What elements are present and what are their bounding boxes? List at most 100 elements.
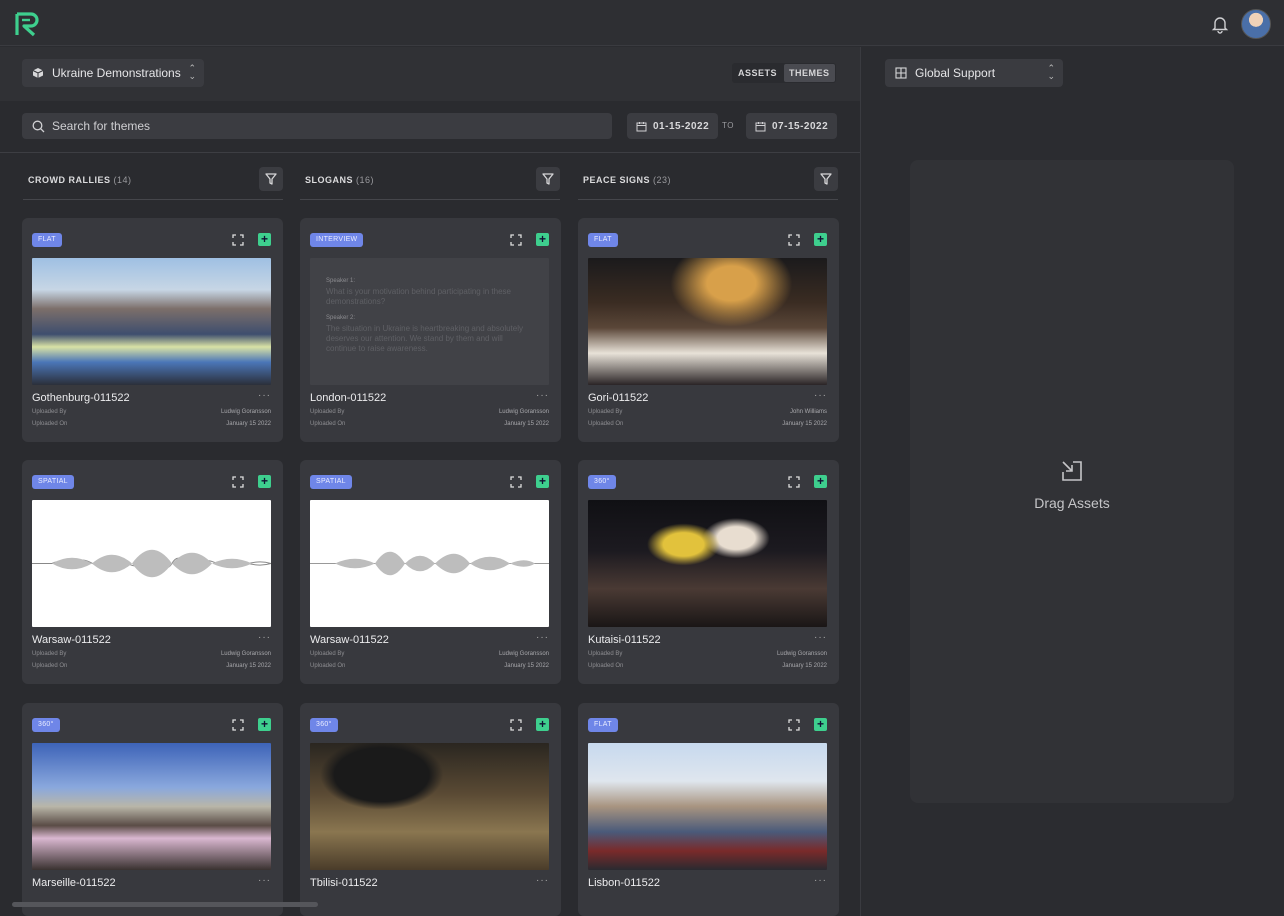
asset-thumbnail [588, 258, 827, 385]
themes-board: Ukraine Demonstrations ⌃ ⌄ ASSETS THEMES … [0, 47, 860, 916]
asset-card[interactable]: SPATIAL + Warsaw-011522 ··· Uploaded By L… [22, 460, 283, 684]
column-header-slogans: SLOGANS (16) [300, 166, 560, 200]
asset-card[interactable]: FLAT + Lisbon-011522 ··· [578, 703, 839, 916]
add-asset-button[interactable]: + [814, 233, 827, 246]
asset-type-badge: FLAT [588, 233, 618, 247]
expand-icon[interactable] [231, 475, 245, 489]
asset-name: Tbilisi-011522 [310, 877, 378, 889]
more-options-icon[interactable]: ··· [258, 632, 271, 643]
more-options-icon[interactable]: ··· [814, 390, 827, 401]
asset-name: London-011522 [310, 392, 387, 404]
drag-assets-dropzone[interactable]: Drag Assets [910, 160, 1234, 803]
uploaded-on-value: January 15 2022 [782, 421, 827, 427]
uploaded-by-row: Uploaded By Ludwig Goransson [310, 651, 549, 657]
asset-thumbnail [310, 743, 549, 870]
uploaded-by-value: Ludwig Goransson [220, 651, 271, 657]
project-select[interactable]: Ukraine Demonstrations ⌃ ⌄ [22, 59, 204, 87]
date-to-field[interactable]: 07-15-2022 [746, 113, 838, 139]
asset-type-badge: 360° [310, 718, 338, 732]
column-count: (16) [356, 175, 375, 185]
workspace-select-label: Global Support [915, 66, 996, 80]
add-asset-button[interactable]: + [536, 475, 549, 488]
search-placeholder: Search for themes [52, 119, 151, 133]
column-title: SLOGANS [305, 175, 354, 185]
uploaded-by-label: Uploaded By [310, 409, 345, 415]
uploaded-on-value: January 15 2022 [226, 663, 271, 669]
workspace-select[interactable]: Global Support ⌃ ⌄ [885, 59, 1063, 87]
asset-type-badge: SPATIAL [32, 475, 74, 489]
filter-button[interactable] [259, 167, 283, 191]
uploaded-on-label: Uploaded On [310, 663, 346, 669]
uploaded-on-label: Uploaded On [32, 663, 68, 669]
uploaded-on-label: Uploaded On [588, 663, 624, 669]
filter-button[interactable] [814, 167, 838, 191]
more-options-icon[interactable]: ··· [536, 390, 549, 401]
audio-waveform [310, 500, 549, 627]
add-asset-button[interactable]: + [258, 718, 271, 731]
asset-type-badge: FLAT [32, 233, 62, 247]
asset-card[interactable]: SPATIAL + Warsaw-011522 ··· Uploaded By L… [300, 460, 561, 684]
add-asset-button[interactable]: + [258, 233, 271, 246]
add-asset-button[interactable]: + [536, 718, 549, 731]
date-from-field[interactable]: 01-15-2022 [627, 113, 719, 139]
calendar-icon [636, 121, 647, 131]
expand-icon[interactable] [787, 718, 801, 732]
transcript-text: What is your motivation behind participa… [326, 287, 511, 306]
expand-icon[interactable] [231, 718, 245, 732]
uploaded-by-value: Ludwig Goransson [776, 651, 827, 657]
uploaded-on-value: January 15 2022 [504, 421, 549, 427]
more-options-icon[interactable]: ··· [814, 875, 827, 886]
uploaded-by-label: Uploaded By [310, 651, 345, 657]
add-asset-button[interactable]: + [258, 475, 271, 488]
r-logo-icon[interactable] [14, 11, 40, 37]
speaker-label: Speaker 2: [326, 315, 356, 321]
expand-icon[interactable] [231, 233, 245, 247]
asset-card[interactable]: 360° + Marseille-011522 ··· [22, 703, 283, 916]
drag-assets-label: Drag Assets [1034, 495, 1110, 511]
filter-icon [265, 173, 277, 185]
expand-icon[interactable] [787, 475, 801, 489]
asset-card[interactable]: 360° + Tbilisi-011522 ··· [300, 703, 561, 916]
asset-thumbnail [588, 500, 827, 627]
add-asset-button[interactable]: + [814, 718, 827, 731]
column-title: PEACE SIGNS [583, 175, 651, 185]
drag-import-icon [1062, 461, 1082, 481]
asset-card[interactable]: 360° + Kutaisi-011522 ··· Uploaded By Lud… [578, 460, 839, 684]
add-asset-button[interactable]: + [814, 475, 827, 488]
uploaded-on-label: Uploaded On [588, 421, 624, 427]
asset-card[interactable]: INTERVIEW + Speaker 1: What is your moti… [300, 218, 561, 442]
asset-name: Gori-011522 [588, 392, 649, 404]
bell-icon[interactable] [1210, 14, 1230, 34]
search-input[interactable]: Search for themes [22, 113, 612, 139]
uploaded-by-value: Ludwig Goransson [498, 409, 549, 415]
add-asset-button[interactable]: + [536, 233, 549, 246]
more-options-icon[interactable]: ··· [536, 875, 549, 886]
asset-type-badge: FLAT [588, 718, 618, 732]
expand-icon[interactable] [509, 718, 523, 732]
filter-button[interactable] [536, 167, 560, 191]
uploaded-by-label: Uploaded By [588, 409, 623, 415]
more-options-icon[interactable]: ··· [536, 632, 549, 643]
expand-icon[interactable] [787, 233, 801, 247]
horizontal-scrollbar[interactable] [12, 902, 318, 907]
uploaded-on-value: January 15 2022 [226, 421, 271, 427]
more-options-icon[interactable]: ··· [814, 632, 827, 643]
uploaded-on-row: Uploaded On January 15 2022 [310, 421, 549, 427]
avatar[interactable] [1241, 9, 1271, 39]
more-options-icon[interactable]: ··· [258, 875, 271, 886]
uploaded-by-row: Uploaded By Ludwig Goransson [310, 409, 549, 415]
tab-themes[interactable]: THEMES [784, 64, 835, 82]
more-options-icon[interactable]: ··· [258, 390, 271, 401]
asset-card[interactable]: FLAT + Gori-011522 ··· Uploaded By John W… [578, 218, 839, 442]
uploaded-by-row: Uploaded By John Williams [588, 409, 827, 415]
uploaded-by-label: Uploaded By [32, 651, 67, 657]
speaker-label: Speaker 1: [326, 278, 356, 284]
asset-card[interactable]: FLAT + Gothenburg-011522 ··· Uploaded By… [22, 218, 283, 442]
top-bar [0, 0, 1284, 46]
asset-name: Marseille-011522 [32, 877, 116, 889]
expand-icon[interactable] [509, 475, 523, 489]
expand-icon[interactable] [509, 233, 523, 247]
uploaded-by-row: Uploaded By Ludwig Goransson [588, 651, 827, 657]
right-panel: Global Support ⌃ ⌄ Drag Assets [861, 47, 1284, 916]
tab-assets[interactable]: ASSETS [733, 64, 782, 82]
